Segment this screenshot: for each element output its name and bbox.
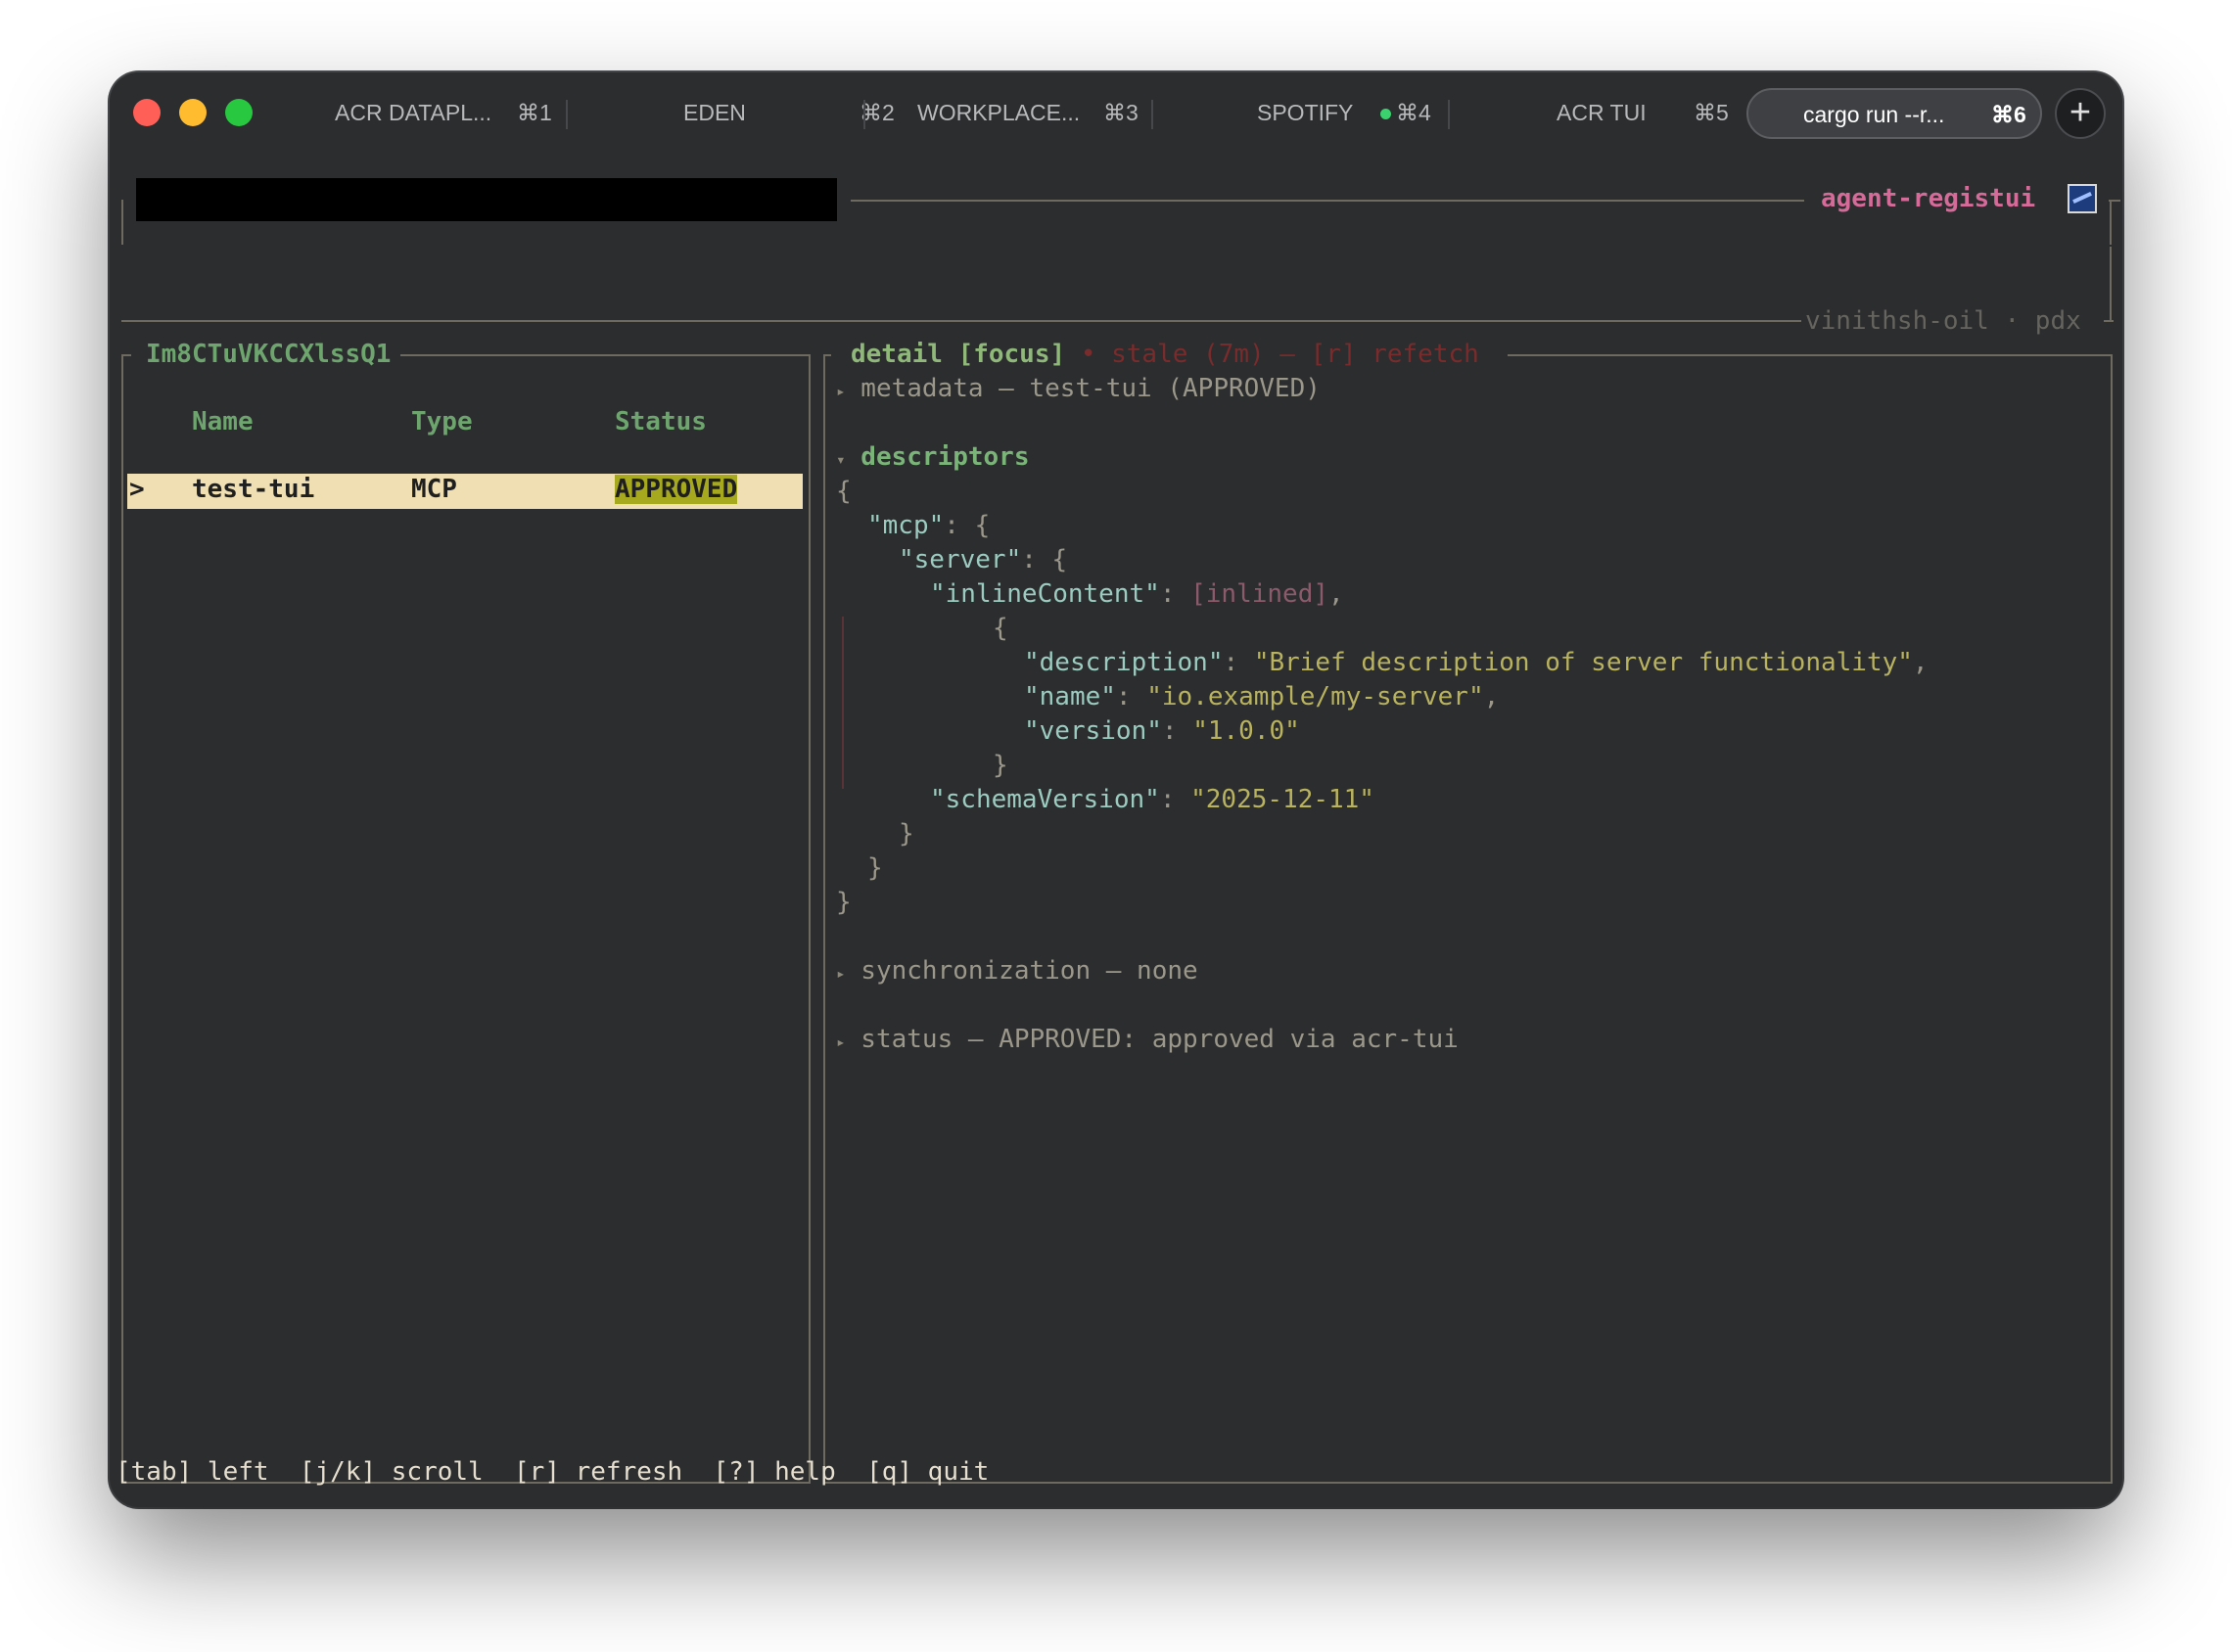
list-panel-border (121, 354, 123, 1484)
collapsed-arrow-icon: ▸ (836, 382, 846, 400)
account-label: vinithsh-oil · pdx (1805, 306, 2081, 336)
inlined-marker: [inlined] (1190, 579, 1329, 609)
json-line-version: "version": "1.0.0" (1024, 716, 1300, 746)
expanded-arrow-icon: ▾ (836, 450, 846, 469)
synchronization-section[interactable]: ▸ synchronization — none (836, 956, 1198, 986)
header-border (121, 320, 1801, 322)
tab-shortcut: ⌘5 (1694, 100, 1729, 125)
keybinding-footer: [tab] left [j/k] scroll [r] refresh [?] … (116, 1457, 989, 1487)
tab-divider (1151, 100, 1153, 129)
header-border (121, 200, 123, 245)
tab-divider (566, 100, 568, 129)
header-border (851, 200, 1804, 202)
json-line-name: "name": "io.example/my-server", (1024, 682, 1500, 711)
registry-id-title: Im8CTuVKCCXlssQ1 (136, 340, 401, 369)
inline-content-bar (842, 617, 844, 789)
detail-focus-label: detail [focus] (851, 340, 1066, 369)
hint-scroll: [j/k] scroll (299, 1457, 484, 1487)
hint-tab: [tab] left (116, 1457, 269, 1487)
tab-shortcut: ⌘6 (1991, 102, 2026, 127)
table-row[interactable]: > test-tui MCP APPROVED (127, 474, 803, 509)
json-value: "Brief description of server functionali… (1253, 648, 1913, 677)
json-brace: { (993, 614, 1008, 643)
list-panel-border (394, 354, 811, 356)
header-border (2104, 320, 2114, 322)
app-logo-icon (2068, 184, 2097, 213)
row-name: test-tui (192, 475, 315, 504)
json-line-server: "server": { (899, 545, 1068, 574)
tab-title: EDEN (683, 100, 746, 125)
status-section[interactable]: ▸ status — APPROVED: approved via acr-tu… (836, 1025, 1459, 1054)
tab-divider (1448, 100, 1450, 129)
json-key: "schemaVersion" (930, 785, 1160, 814)
json-brace: } (836, 888, 852, 917)
json-key: "description" (1024, 648, 1224, 677)
json-brace: { (836, 477, 852, 506)
column-header-name[interactable]: Name (192, 407, 254, 436)
metadata-section[interactable]: ▸ metadata — test-tui (APPROVED) (836, 374, 1321, 403)
descriptors-label: descriptors (860, 442, 1030, 472)
status-line: status — APPROVED: approved via acr-tui (860, 1025, 1459, 1054)
json-line-description: "description": "Brief description of ser… (1024, 648, 1929, 677)
terminal-window: ACR DATAPL... ⌘1 EDEN ⌘2 WORKPLACE... ⌘3… (110, 72, 2122, 1507)
app-name: agent-registui (1821, 184, 2036, 213)
activity-dot-icon (1380, 109, 1391, 119)
metadata-line: metadata — test-tui (APPROVED) (860, 374, 1321, 403)
json-key: "name" (1024, 682, 1116, 711)
json-brace: } (993, 751, 1008, 780)
json-value: "1.0.0" (1192, 716, 1300, 746)
json-value: "io.example/my-server" (1146, 682, 1484, 711)
tab-cargo-run[interactable]: cargo run --r... ⌘6 (1746, 88, 2042, 139)
json-line-mcp: "mcp": { (867, 511, 991, 540)
hint-help: [?] help (713, 1457, 836, 1487)
new-tab-button[interactable]: + (2055, 88, 2106, 139)
row-cursor: > (129, 475, 145, 504)
detail-panel-border (1508, 354, 2113, 356)
stale-indicator[interactable]: • stale (7m) — [r] refetch (1081, 340, 1479, 369)
header-border (2110, 200, 2112, 245)
collapsed-arrow-icon: ▸ (836, 1032, 846, 1051)
row-type: MCP (411, 475, 457, 504)
hint-quit: [q] quit (866, 1457, 990, 1487)
minimize-window-button[interactable] (179, 99, 207, 126)
json-value: "2025-12-11" (1190, 785, 1374, 814)
tab-title: WORKPLACE... (917, 100, 1081, 125)
tab-shortcut: ⌘4 (1396, 100, 1431, 125)
title-bar: ACR DATAPL... ⌘1 EDEN ⌘2 WORKPLACE... ⌘3… (110, 72, 2122, 155)
tab-shortcut: ⌘3 (1103, 100, 1139, 125)
json-key: "version" (1024, 716, 1162, 746)
descriptors-section[interactable]: ▾ descriptors (836, 442, 1029, 472)
json-key: "server" (899, 545, 1022, 574)
header-border (2110, 247, 2112, 321)
synchronization-line: synchronization — none (860, 956, 1198, 986)
terminal-content: agent-registui vinithsh-oil · pdx Im8CTu… (110, 155, 2122, 1507)
tab-title: cargo run --r... (1803, 102, 1945, 127)
zoom-window-button[interactable] (225, 99, 253, 126)
json-brace: } (867, 853, 883, 883)
status-badge: APPROVED (615, 475, 738, 504)
column-header-type[interactable]: Type (411, 407, 473, 436)
close-window-button[interactable] (133, 99, 161, 126)
json-key: "inlineContent" (930, 579, 1160, 609)
detail-panel-border (2111, 354, 2113, 1484)
collapsed-arrow-icon: ▸ (836, 964, 846, 983)
detail-panel-border (823, 1482, 2113, 1484)
json-brace: } (899, 819, 914, 849)
detail-panel-border (823, 354, 825, 1484)
tab-title: SPOTIFY (1257, 100, 1354, 125)
hint-refresh: [r] refresh (514, 1457, 683, 1487)
json-line-inline: "inlineContent": [inlined], (930, 579, 1344, 609)
json-line-schema: "schemaVersion": "2025-12-11" (930, 785, 1374, 814)
json-key: "mcp" (867, 511, 945, 540)
redacted-block (136, 178, 837, 221)
list-panel-border (809, 354, 811, 1484)
tab-title: ACR DATAPL... (335, 100, 492, 125)
tab-divider (863, 100, 865, 129)
column-header-status[interactable]: Status (615, 407, 707, 436)
tab-title: ACR TUI (1557, 100, 1647, 125)
detail-title: detail [focus] • stale (7m) — [r] refetc… (841, 340, 1489, 369)
tab-shortcut: ⌘1 (517, 100, 552, 125)
